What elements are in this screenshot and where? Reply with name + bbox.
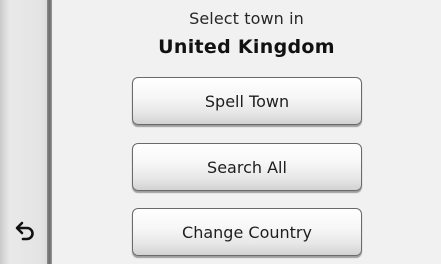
spell-town-label: Spell Town: [204, 91, 290, 111]
back-arrow-icon: [15, 221, 34, 241]
change-country-button[interactable]: Change Country: [132, 208, 362, 256]
country-name: United Kingdom: [158, 36, 335, 58]
prompt-text: Select town in: [189, 9, 304, 28]
sidebar: [0, 0, 52, 264]
search-all-button[interactable]: Search All: [132, 143, 362, 191]
change-country-label: Change Country: [182, 222, 312, 242]
search-all-label: Search All: [207, 157, 287, 177]
screen: Select town in United Kingdom Spell Town…: [0, 0, 441, 264]
spell-town-button[interactable]: Spell Town: [132, 77, 362, 125]
back-button[interactable]: [14, 218, 38, 242]
